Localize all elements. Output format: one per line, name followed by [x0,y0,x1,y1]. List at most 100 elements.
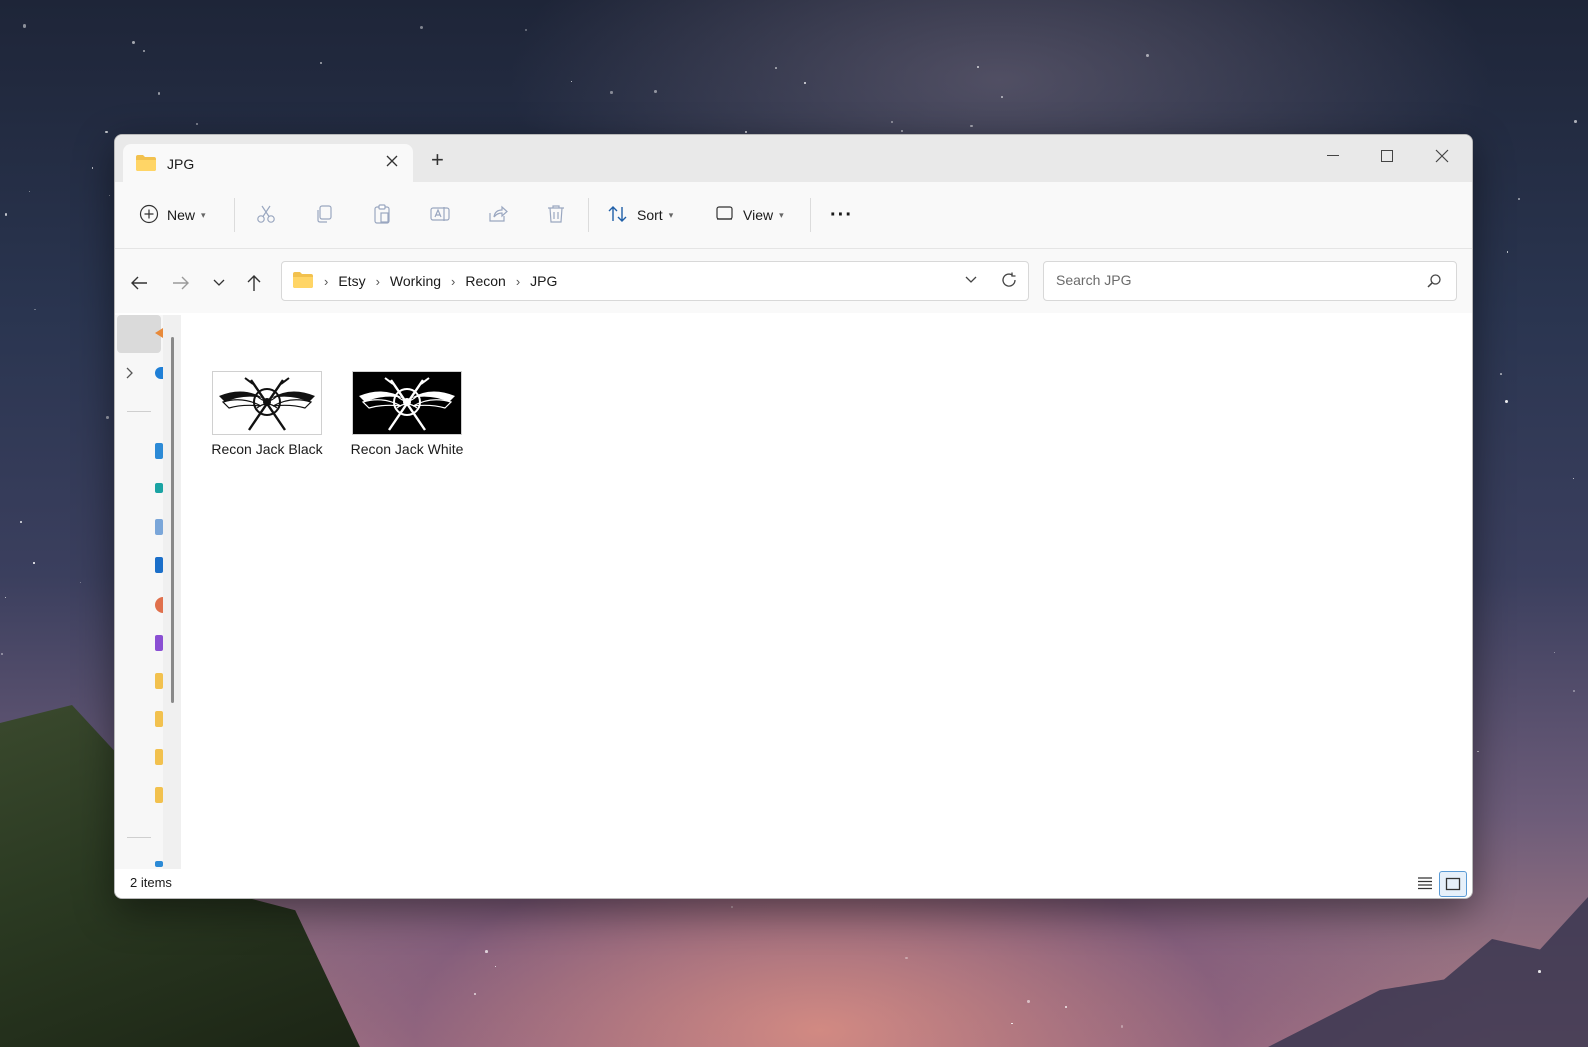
star [79,581,81,584]
delete-icon [545,203,567,228]
file-name: Recon Jack White [350,441,464,457]
delete-button[interactable] [545,182,567,248]
copy-icon [313,203,335,228]
star [1064,1005,1067,1008]
maximize-icon[interactable] [1360,141,1414,171]
star [970,124,973,127]
breadcrumb-etsy[interactable]: Etsy [338,273,365,289]
sidebar-scrollbar[interactable] [171,337,174,703]
share-icon [487,203,509,228]
forward-arrow-icon[interactable] [167,269,195,297]
star [131,41,135,45]
star [1572,689,1575,692]
thumbnail-recon-jack-white [352,371,462,435]
onedrive-icon[interactable] [155,367,163,379]
star [1517,198,1520,200]
breadcrumb-working[interactable]: Working [390,273,441,289]
sidebar-item-home[interactable] [117,315,161,353]
toolbar-divider [234,198,235,232]
cut-button[interactable] [255,182,277,248]
star [1537,970,1541,974]
star [1505,400,1509,404]
new-tab-button[interactable]: + [431,149,444,171]
videos-icon[interactable] [155,635,163,651]
desktop-icon[interactable] [155,443,163,459]
minimize-icon[interactable] [1306,141,1360,171]
documents-icon[interactable] [155,519,163,535]
music-icon[interactable] [155,597,163,613]
star [34,308,36,311]
address-history-chevron-icon[interactable] [964,272,978,291]
expand-chevron-icon[interactable] [125,366,135,384]
star [419,25,423,29]
refresh-icon[interactable] [1000,271,1018,294]
new-button[interactable]: New ▾ [139,182,206,248]
this-pc-icon[interactable] [155,861,163,867]
file-item[interactable]: Recon Jack White [342,371,472,457]
more-options-button[interactable]: ··· [830,182,853,248]
folder-icon[interactable] [155,673,163,689]
star [319,61,323,65]
chevron-down-icon: ▾ [779,209,784,220]
paste-icon [371,203,393,228]
star [22,24,26,28]
recent-locations-chevron-icon[interactable] [205,269,233,297]
details-view-icon[interactable] [1412,871,1438,895]
sidebar-divider [127,837,151,838]
navigation-pane [115,315,181,869]
star [28,191,30,193]
close-tab-icon[interactable] [385,152,399,173]
star [1001,95,1003,98]
breadcrumb-separator[interactable]: › [516,274,520,289]
up-arrow-icon[interactable] [240,269,268,297]
close-window-icon[interactable] [1415,141,1469,171]
downloads-icon[interactable] [155,483,163,493]
folder-icon[interactable] [155,711,163,727]
star [1120,1025,1124,1028]
back-arrow-icon[interactable] [125,269,153,297]
pictures-icon[interactable] [155,557,163,573]
star [1573,477,1575,479]
rename-button[interactable] [429,182,451,248]
navigation-bar: › Etsy › Working › Recon › JPG [115,249,1472,313]
star [33,562,35,564]
folder-icon [292,271,314,294]
view-button[interactable]: View ▾ [715,182,784,248]
star [524,28,528,31]
star [570,80,573,83]
star [744,130,748,134]
search-input[interactable] [1054,271,1418,289]
tab-title: JPG [167,156,195,172]
folder-icon[interactable] [155,787,163,803]
plus-circle-icon [139,204,159,227]
share-button[interactable] [487,182,509,248]
view-icon [715,205,735,226]
search-box [1043,261,1457,301]
search-icon[interactable] [1426,273,1442,294]
star [1,653,3,655]
tab-jpg[interactable]: JPG [123,144,413,182]
recon-jack-emblem [219,377,315,431]
title-bar: JPG + [115,135,1472,182]
breadcrumb-separator[interactable]: › [324,274,328,289]
file-item[interactable]: Recon Jack Black [202,371,332,457]
rename-icon [429,203,451,228]
star [105,416,109,419]
star [890,120,893,123]
large-icons-view-icon[interactable] [1439,871,1467,897]
folder-icon[interactable] [155,749,163,765]
breadcrumb: › Etsy › Working › Recon › JPG [324,273,557,289]
sort-label: Sort [637,207,663,223]
sort-button[interactable]: Sort ▾ [607,182,673,248]
breadcrumb-separator[interactable]: › [451,274,455,289]
breadcrumb-jpg[interactable]: JPG [530,273,557,289]
breadcrumb-separator[interactable]: › [376,274,380,289]
star [196,123,198,125]
star [1506,251,1509,253]
copy-button[interactable] [313,182,335,248]
paste-button[interactable] [371,182,393,248]
file-explorer-window: JPG + New ▾ Sort ▾ View ▾ ··· › Etsy › W… [114,134,1473,899]
folder-icon [135,154,157,177]
address-bar[interactable]: › Etsy › Working › Recon › JPG [281,261,1029,301]
breadcrumb-recon[interactable]: Recon [465,273,505,289]
